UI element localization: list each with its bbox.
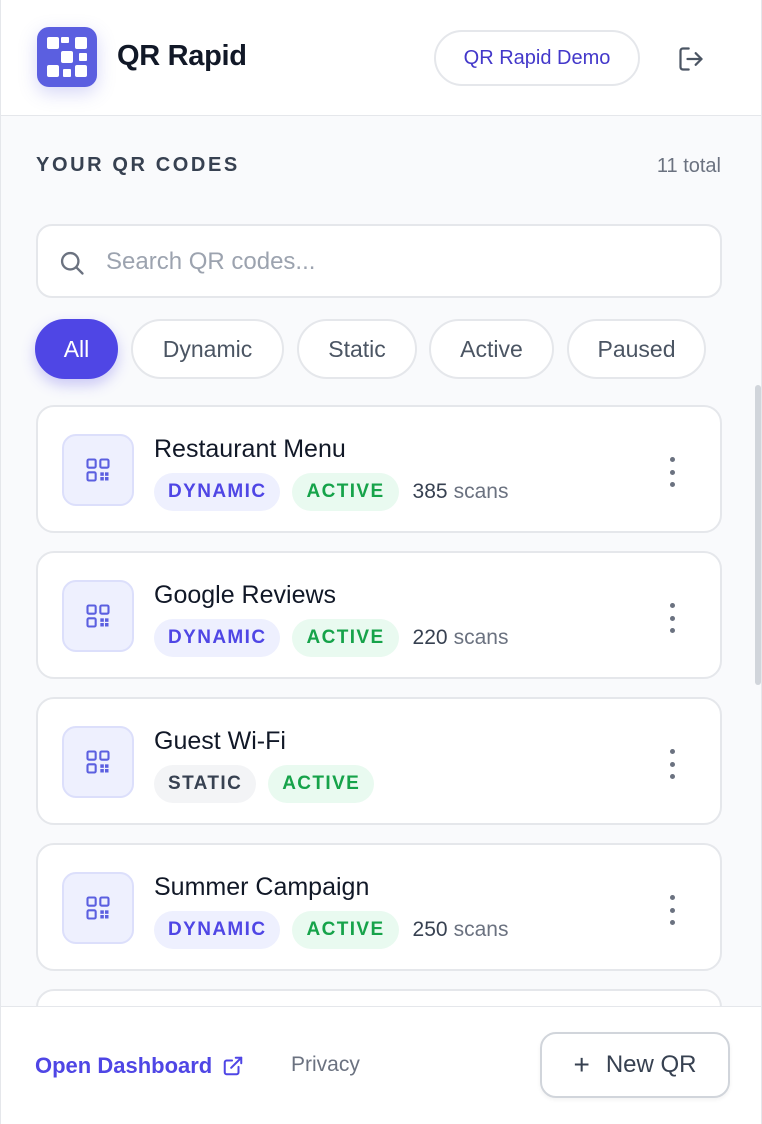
- qr-name: Google Reviews: [154, 581, 337, 609]
- search-input[interactable]: [106, 242, 696, 282]
- filter-paused[interactable]: Paused: [567, 319, 706, 379]
- type-badge: STATIC: [154, 765, 257, 803]
- qr-code-icon: [62, 726, 134, 798]
- qr-tags: DYNAMIC ACTIVE 250 scans: [154, 911, 508, 949]
- more-options-icon[interactable]: [664, 895, 680, 925]
- more-options-icon[interactable]: [664, 749, 680, 779]
- more-options-icon[interactable]: [664, 457, 680, 487]
- filter-active[interactable]: Active: [429, 319, 554, 379]
- qr-rapid-logo: [37, 27, 97, 87]
- qr-tags: DYNAMIC ACTIVE 220 scans: [154, 619, 508, 657]
- footer: Open Dashboard Privacy + New QR: [1, 1006, 761, 1124]
- qr-code-icon: [62, 434, 134, 506]
- header: QR Rapid QR Rapid Demo: [1, 0, 761, 116]
- scan-count: 220 scans: [412, 626, 509, 649]
- more-options-icon[interactable]: [664, 603, 680, 633]
- search-icon: [58, 249, 86, 282]
- new-qr-label: New QR: [605, 1051, 697, 1078]
- filter-all[interactable]: All: [35, 319, 118, 379]
- external-link-icon: [223, 1056, 243, 1076]
- qr-name: Summer Campaign: [154, 873, 370, 901]
- status-badge: ACTIVE: [292, 619, 399, 657]
- filter-dynamic[interactable]: Dynamic: [131, 319, 284, 379]
- qr-card-restaurant-menu[interactable]: Restaurant Menu DYNAMIC ACTIVE 385 scans: [36, 405, 722, 533]
- type-badge: DYNAMIC: [154, 619, 281, 657]
- status-badge: ACTIVE: [292, 911, 399, 949]
- qr-card-google-reviews[interactable]: Google Reviews DYNAMIC ACTIVE 220 scans: [36, 551, 722, 679]
- qr-code-icon: [62, 580, 134, 652]
- type-badge: DYNAMIC: [154, 473, 281, 511]
- type-badge: DYNAMIC: [154, 911, 281, 949]
- scan-count: 250 scans: [412, 918, 509, 941]
- extension-popup: QR Rapid QR Rapid Demo YOUR QR CODES 11 …: [0, 0, 762, 1124]
- qr-name: Restaurant Menu: [154, 435, 346, 463]
- logout-icon[interactable]: [673, 41, 709, 77]
- status-badge: ACTIVE: [268, 765, 375, 803]
- status-badge: ACTIVE: [292, 473, 399, 511]
- qr-tags: DYNAMIC ACTIVE 385 scans: [154, 473, 508, 511]
- plus-icon: +: [573, 1049, 590, 1080]
- privacy-link[interactable]: Privacy: [291, 1053, 360, 1077]
- section-title: YOUR QR CODES: [36, 154, 240, 176]
- workspace-button[interactable]: QR Rapid Demo: [434, 30, 640, 86]
- scan-count: 385 scans: [412, 480, 509, 503]
- list-scrollbar[interactable]: [755, 385, 761, 685]
- open-dashboard-link[interactable]: Open Dashboard: [35, 1053, 244, 1079]
- qr-name: Guest Wi-Fi: [154, 727, 286, 755]
- search-box: [36, 224, 722, 298]
- qr-code-icon: [62, 872, 134, 944]
- new-qr-button[interactable]: + New QR: [540, 1032, 730, 1098]
- filter-static[interactable]: Static: [297, 319, 417, 379]
- qr-card-guest-wifi[interactable]: Guest Wi-Fi STATIC ACTIVE: [36, 697, 722, 825]
- brand-name: QR Rapid: [117, 40, 247, 72]
- qr-tags: STATIC ACTIVE: [154, 765, 386, 803]
- qr-card-summer-campaign[interactable]: Summer Campaign DYNAMIC ACTIVE 250 scans: [36, 843, 722, 971]
- total-count: 11 total: [656, 155, 721, 177]
